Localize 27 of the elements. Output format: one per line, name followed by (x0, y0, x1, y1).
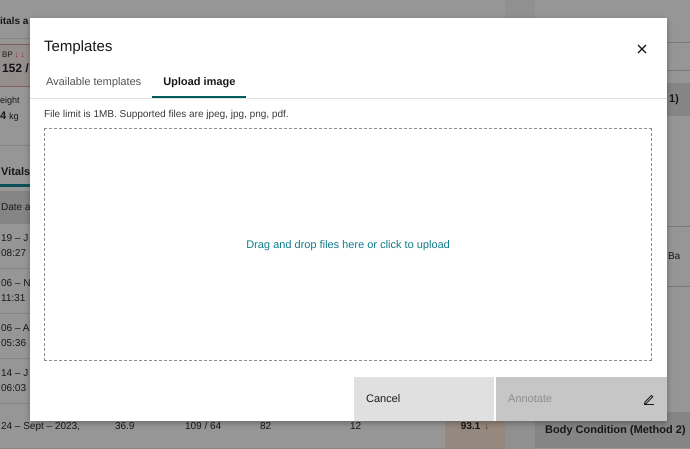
bp-value: 152 / (2, 61, 30, 75)
close-icon (637, 44, 647, 54)
weight-label: eight (0, 95, 20, 106)
weight-unit: kg (9, 111, 19, 122)
tab[interactable]: Available templates (35, 68, 152, 98)
hint-text: File limit is 1MB. Supported files are jpeg, jpg, png, pdf. (44, 109, 290, 120)
date-cell-text: 06 – N 11:31 (0, 277, 32, 306)
cell-value: 93.1 (460, 420, 480, 432)
dialog-title: Templates (44, 38, 112, 54)
table-cell-text: 36.9 (115, 420, 136, 432)
table-cell-text: 12 (350, 420, 362, 432)
upload-link[interactable]: Drag and drop files here or click to upload (246, 238, 450, 250)
bp-label: BP (2, 50, 13, 59)
date-cell-text: 19 – J 08:27 (0, 232, 30, 261)
cancel-button[interactable]: Cancel (354, 377, 494, 421)
pencil-icon (643, 393, 655, 405)
date-cell-text: 14 – J 06:03 (0, 367, 30, 396)
dropzone[interactable]: Drag and drop files here or click to upload (44, 128, 652, 361)
date-cell-text: 24 – Sept – 2023, (0, 420, 81, 434)
weight-value: 4 (0, 110, 6, 122)
trend-arrow: ↓ (484, 420, 490, 432)
table-cell-text: 82 (260, 420, 272, 432)
date-cell-text: 06 – A 05:36 (0, 322, 30, 351)
column-header: Date a (1, 202, 30, 213)
tab[interactable]: Upload image (152, 68, 246, 98)
trend-arrows: ↓ ↓ (14, 50, 25, 59)
table-cell-text: 109 / 64 (185, 420, 222, 432)
